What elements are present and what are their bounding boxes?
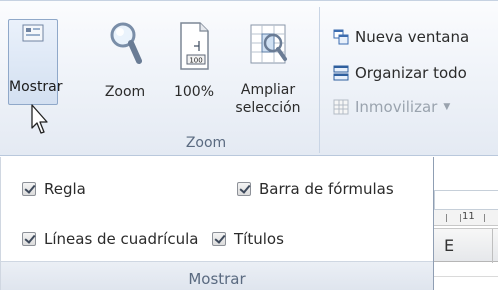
ruler-tick: [484, 214, 485, 222]
chevron-down-icon: ▼: [443, 102, 451, 112]
arrange-all-button[interactable]: Organizar todo: [333, 61, 467, 85]
show-button[interactable]: Mostrar: [8, 19, 63, 105]
arrange-all-icon: [333, 65, 349, 81]
freeze-panes-button[interactable]: Inmovilizar ▼: [333, 95, 450, 119]
formula-bar[interactable]: [434, 190, 498, 210]
new-window-label: Nueva ventana: [355, 28, 470, 46]
freeze-panes-icon: [333, 99, 349, 115]
zoom-to-selection-label-line2: selección: [235, 100, 301, 116]
freeze-panes-label: Inmovilizar: [355, 98, 438, 116]
headings-checkbox[interactable]: Títulos: [212, 229, 284, 249]
zoom-to-selection-button[interactable]: Ampliar selección: [230, 21, 306, 133]
ruler-checkbox[interactable]: Regla: [22, 179, 86, 199]
gridlines-checkbox[interactable]: Líneas de cuadrícula: [22, 229, 198, 249]
zoom-button-label: Zoom: [104, 84, 146, 100]
page-100-icon-text: 100: [189, 57, 202, 65]
ruler-checkbox-label: Regla: [44, 180, 86, 198]
ruler-number: 11: [462, 211, 475, 222]
zoom-100-button-label: 100%: [173, 84, 215, 100]
page-100-icon: 100: [180, 22, 209, 70]
formula-bar-checkbox-label: Barra de fórmulas: [259, 180, 394, 198]
checkbox-checked-icon: [212, 232, 226, 246]
ribbon: Mostrar Zoom 100 100% Ampliar selección …: [0, 0, 498, 156]
zoom-100-button[interactable]: 100 100%: [166, 21, 222, 101]
ruler-tick: [460, 214, 461, 222]
zoom-to-selection-label-line1: Ampliar: [240, 82, 296, 98]
mouse-pointer-icon: [31, 104, 48, 134]
checkbox-checked-icon: [237, 182, 251, 196]
new-window-button[interactable]: Nueva ventana: [333, 25, 469, 49]
column-header[interactable]: E: [434, 228, 498, 263]
show-button-label: Mostrar: [9, 79, 63, 95]
zoom-group-label: Zoom: [185, 135, 227, 151]
column-divider: [492, 229, 493, 263]
new-window-icon: [333, 29, 349, 45]
checkbox-checked-icon: [22, 182, 36, 196]
show-icon: [22, 24, 44, 42]
headings-checkbox-label: Títulos: [234, 230, 284, 248]
grid-line: [434, 276, 498, 277]
ruler-tick: [446, 214, 447, 222]
checkbox-checked-icon: [22, 232, 36, 246]
zoom-selection-icon: [250, 24, 287, 64]
group-separator: [319, 7, 320, 153]
magnifier-icon: [110, 22, 142, 64]
arrange-all-label: Organizar todo: [355, 64, 467, 82]
formula-bar-checkbox[interactable]: Barra de fórmulas: [237, 179, 394, 199]
column-header-label: E: [444, 236, 455, 255]
zoom-button[interactable]: Zoom: [96, 21, 154, 101]
ruler: 11: [434, 210, 498, 226]
gridlines-checkbox-label: Líneas de cuadrícula: [44, 230, 199, 248]
show-group-label: Mostrar: [188, 270, 246, 288]
